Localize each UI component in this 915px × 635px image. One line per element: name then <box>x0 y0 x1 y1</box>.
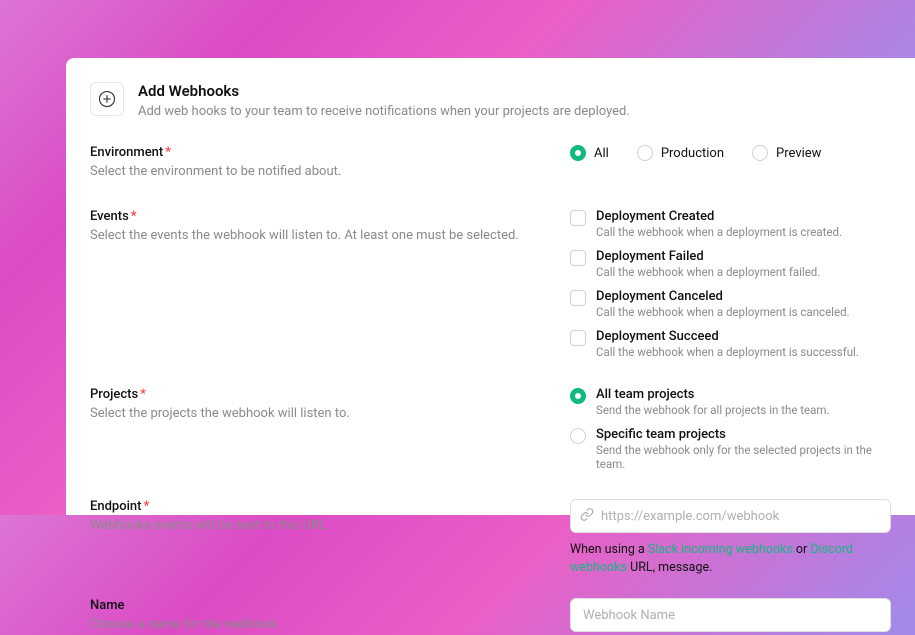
env-radio-all[interactable]: All <box>570 145 609 161</box>
projects-radio-specific[interactable]: Specific team projects Send the webhook … <box>570 427 891 471</box>
plus-circle-icon <box>90 82 124 116</box>
endpoint-help: Webhooks events will be sent to this URL… <box>90 517 570 535</box>
name-label: Name <box>90 598 570 613</box>
projects-row: Projects* Select the projects the webhoo… <box>90 387 891 471</box>
events-label: Events* <box>90 209 570 224</box>
webhook-form-card: Add Webhooks Add web hooks to your team … <box>66 58 915 515</box>
radio-icon <box>570 388 586 404</box>
slack-webhooks-link[interactable]: Slack incoming webhooks <box>648 542 793 557</box>
checkbox-icon <box>570 290 586 306</box>
name-help: Choose a name for the webhook. <box>90 616 570 634</box>
page-subtitle: Add web hooks to your team to receive no… <box>138 103 630 121</box>
events-row: Events* Select the events the webhook wi… <box>90 209 891 359</box>
endpoint-hint: When using a Slack incoming webhooks or … <box>570 541 891 576</box>
checkbox-icon <box>570 330 586 346</box>
environment-help: Select the environment to be notified ab… <box>90 163 570 181</box>
checkbox-icon <box>570 210 586 226</box>
event-deployment-canceled[interactable]: Deployment Canceled Call the webhook whe… <box>570 289 891 319</box>
projects-radio-all[interactable]: All team projects Send the webhook for a… <box>570 387 891 417</box>
page-title: Add Webhooks <box>138 82 630 100</box>
events-help: Select the events the webhook will liste… <box>90 227 570 245</box>
radio-icon <box>570 145 586 161</box>
form-header: Add Webhooks Add web hooks to your team … <box>90 82 891 121</box>
radio-icon <box>637 145 653 161</box>
env-radio-preview[interactable]: Preview <box>752 145 821 161</box>
radio-icon <box>752 145 768 161</box>
environment-row: Environment* Select the environment to b… <box>90 145 891 181</box>
radio-icon <box>570 428 586 444</box>
projects-label: Projects* <box>90 387 570 402</box>
endpoint-input[interactable] <box>570 499 891 533</box>
endpoint-row: Endpoint* Webhooks events will be sent t… <box>90 499 891 576</box>
event-deployment-failed[interactable]: Deployment Failed Call the webhook when … <box>570 249 891 279</box>
link-icon <box>580 507 594 526</box>
environment-label: Environment* <box>90 145 570 160</box>
name-input[interactable] <box>570 598 891 632</box>
event-deployment-created[interactable]: Deployment Created Call the webhook when… <box>570 209 891 239</box>
projects-help: Select the projects the webhook will lis… <box>90 405 570 423</box>
name-row: Name Choose a name for the webhook. <box>90 598 891 634</box>
endpoint-label: Endpoint* <box>90 499 570 514</box>
env-radio-production[interactable]: Production <box>637 145 724 161</box>
event-deployment-succeed[interactable]: Deployment Succeed Call the webhook when… <box>570 329 891 359</box>
checkbox-icon <box>570 250 586 266</box>
